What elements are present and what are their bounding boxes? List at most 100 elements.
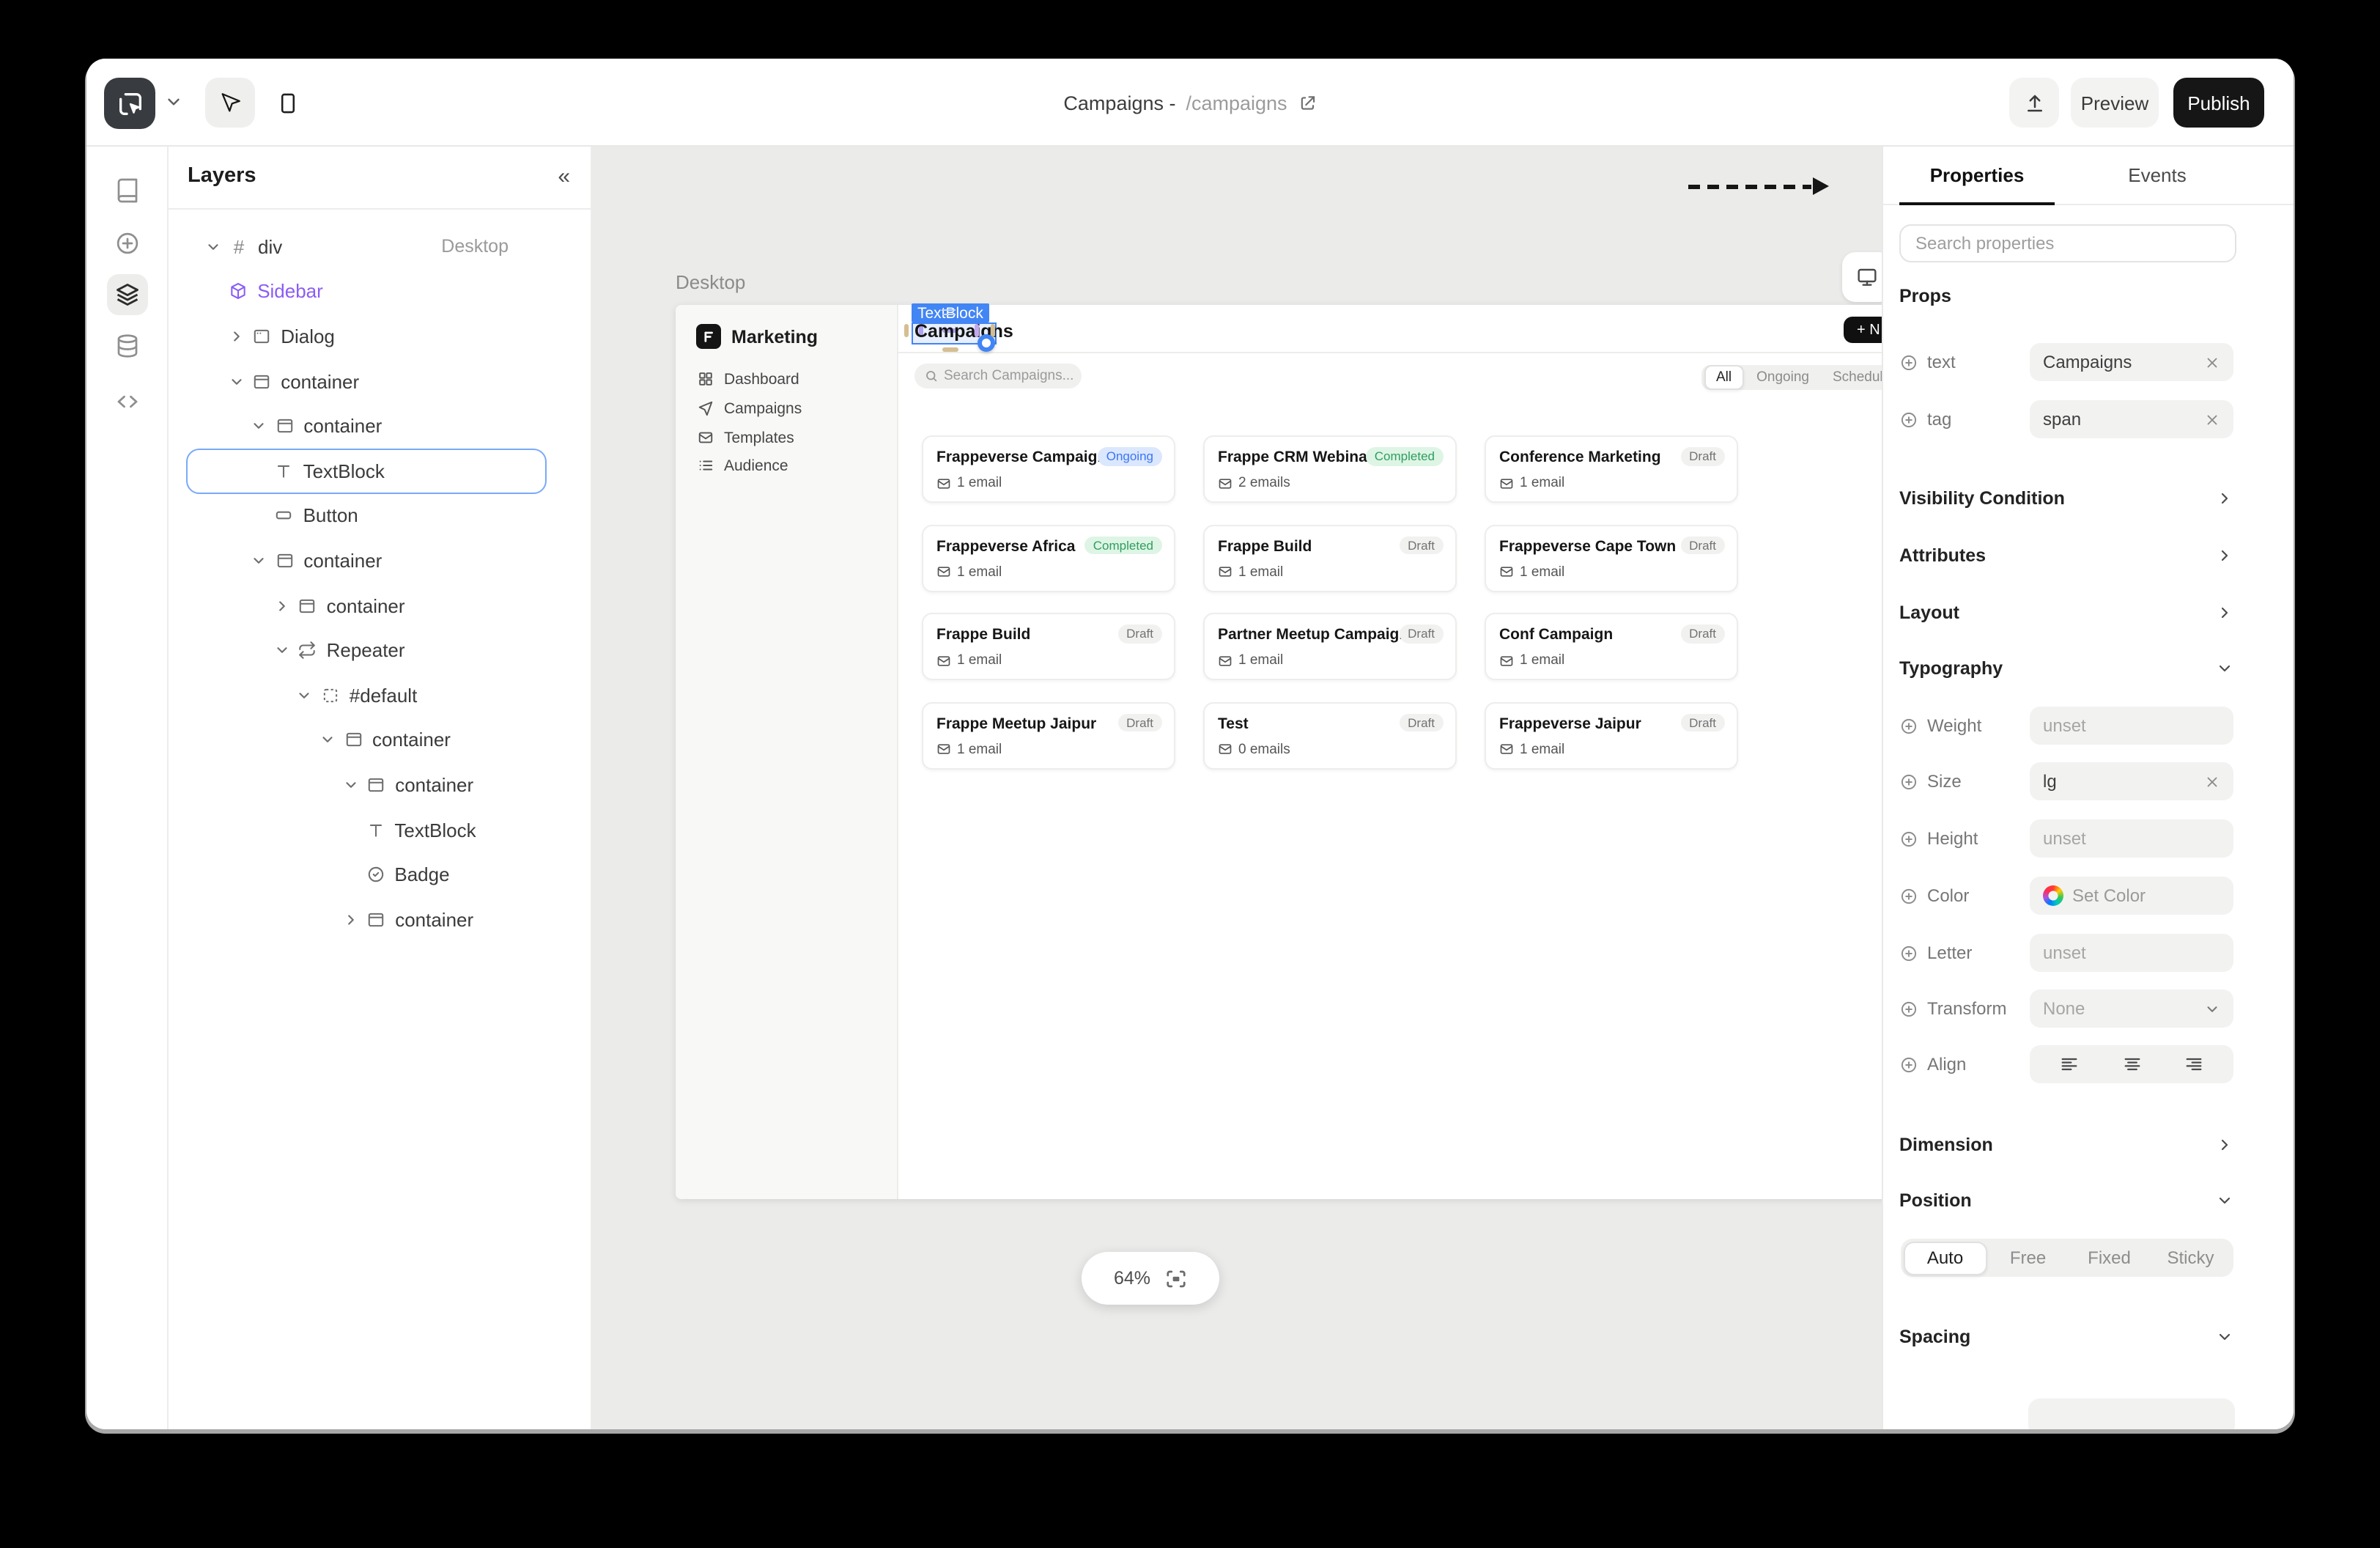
transform-select[interactable]: None bbox=[2030, 989, 2233, 1028]
app-nav-audience[interactable]: Audience bbox=[676, 452, 898, 479]
property-search-input[interactable] bbox=[1915, 233, 2220, 254]
layer-row-textblock[interactable]: TextBlock bbox=[186, 807, 547, 852]
resize-handle[interactable] bbox=[978, 334, 995, 352]
campaign-card[interactable]: Frappe Meetup Jaipur Draft 1 email bbox=[922, 701, 1175, 769]
clear-icon[interactable] bbox=[2204, 354, 2220, 370]
drag-grip-icon[interactable] bbox=[942, 309, 956, 315]
campaign-card[interactable]: Frappeverse Africa Completed 1 email bbox=[922, 524, 1175, 591]
position-mode-sticky[interactable]: Sticky bbox=[2150, 1241, 2231, 1275]
section-spacing[interactable]: Spacing bbox=[1899, 1322, 2233, 1352]
align-right-icon[interactable] bbox=[2184, 1054, 2204, 1075]
layer-row-container[interactable]: container bbox=[186, 762, 547, 807]
color-picker-button[interactable]: Set Color bbox=[2030, 877, 2233, 915]
align-left-icon[interactable] bbox=[2059, 1054, 2080, 1075]
campaign-search[interactable] bbox=[914, 364, 1082, 388]
layer-row-badge[interactable]: Badge bbox=[186, 852, 547, 897]
spacing-input-partial[interactable] bbox=[2028, 1398, 2235, 1429]
chevron-right-icon[interactable] bbox=[274, 597, 298, 613]
property-search[interactable] bbox=[1899, 224, 2236, 262]
rendered-page-frame[interactable]: Marketing Dashboard Campaigns Templates bbox=[676, 305, 1882, 1199]
campaign-search-input[interactable] bbox=[944, 368, 1076, 384]
circle-plus-icon[interactable] bbox=[1899, 716, 1918, 735]
prop-text-value[interactable]: Campaigns bbox=[2030, 343, 2233, 381]
section-layout[interactable]: Layout bbox=[1899, 598, 2233, 627]
chevron-down-icon[interactable] bbox=[319, 732, 343, 748]
new-campaign-button[interactable]: + N bbox=[1844, 317, 1882, 343]
app-nav-dashboard[interactable]: Dashboard bbox=[676, 365, 898, 393]
chevron-down-icon[interactable] bbox=[342, 777, 366, 793]
chevron-down-icon[interactable] bbox=[251, 418, 274, 434]
line-height-input[interactable]: unset bbox=[2030, 819, 2233, 858]
position-mode-auto[interactable]: Auto bbox=[1903, 1241, 1987, 1275]
layer-row-div[interactable]: # div Desktop bbox=[186, 224, 547, 269]
weight-input[interactable]: unset bbox=[2030, 707, 2233, 745]
layer-row-container[interactable]: container bbox=[186, 404, 547, 449]
chevron-right-icon[interactable] bbox=[228, 328, 251, 344]
section-position[interactable]: Position bbox=[1899, 1186, 2233, 1215]
margin-handle[interactable] bbox=[904, 324, 908, 337]
circle-plus-icon[interactable] bbox=[1899, 886, 1918, 905]
padding-handle[interactable] bbox=[975, 324, 978, 337]
zoom-control[interactable]: 64% bbox=[1082, 1252, 1219, 1305]
desktop-breakpoint-button[interactable] bbox=[1842, 252, 1882, 302]
circle-plus-icon[interactable] bbox=[1899, 829, 1918, 848]
clear-icon[interactable] bbox=[2204, 411, 2220, 427]
campaign-card[interactable]: Partner Meetup Campaign Draft 1 email bbox=[1203, 613, 1457, 680]
chevron-down-icon[interactable] bbox=[228, 373, 251, 389]
preview-button[interactable]: Preview bbox=[2071, 78, 2159, 128]
section-typography[interactable]: Typography bbox=[1899, 654, 2233, 683]
layer-row-sidebar[interactable]: Sidebar bbox=[186, 269, 547, 314]
container-tool-button[interactable] bbox=[262, 78, 312, 128]
filter-tab-ongoing[interactable]: Ongoing bbox=[1746, 366, 1819, 388]
layer-row-textblock-selected[interactable]: TextBlock bbox=[186, 449, 547, 493]
layer-row-container[interactable]: container bbox=[186, 897, 547, 942]
circle-plus-icon[interactable] bbox=[1899, 353, 1918, 372]
tab-properties[interactable]: Properties bbox=[1899, 147, 2055, 204]
campaign-card[interactable]: Frappe CRM Webinar Completed 2 emails bbox=[1203, 435, 1457, 503]
circle-plus-icon[interactable] bbox=[1899, 999, 1918, 1018]
upload-button[interactable] bbox=[2009, 78, 2059, 128]
size-input[interactable]: lg bbox=[2030, 762, 2233, 800]
campaign-card[interactable]: Frappe Build Draft 1 email bbox=[1203, 524, 1457, 591]
prop-tag-value[interactable]: span bbox=[2030, 400, 2233, 438]
layer-row-container[interactable]: container bbox=[186, 718, 547, 762]
section-visibility[interactable]: Visibility Condition bbox=[1899, 484, 2233, 513]
fit-to-screen-icon[interactable] bbox=[1165, 1267, 1187, 1289]
position-mode-free[interactable]: Free bbox=[1987, 1241, 2069, 1275]
campaign-card[interactable]: Frappeverse Campaign Ongoing 1 email bbox=[922, 435, 1175, 503]
clear-icon[interactable] bbox=[2204, 773, 2220, 789]
layer-row-button[interactable]: Button bbox=[186, 493, 547, 538]
chevron-right-icon[interactable] bbox=[342, 911, 366, 927]
layer-row-container[interactable]: container bbox=[186, 359, 547, 404]
layer-row-container[interactable]: container bbox=[186, 583, 547, 628]
campaign-card[interactable]: Conf Campaign Draft 1 email bbox=[1485, 613, 1738, 680]
data-icon[interactable] bbox=[114, 333, 140, 359]
campaign-card[interactable]: Frappeverse Jaipur Draft 1 email bbox=[1485, 701, 1738, 769]
layer-row-container[interactable]: container bbox=[186, 538, 547, 583]
app-logo-button[interactable] bbox=[104, 78, 155, 129]
circle-plus-icon[interactable] bbox=[1899, 1055, 1918, 1074]
page-heading-text[interactable]: Campaigns bbox=[914, 321, 1013, 342]
section-dimension[interactable]: Dimension bbox=[1899, 1130, 2233, 1160]
campaign-card[interactable]: Test Draft 0 emails bbox=[1203, 701, 1457, 769]
external-link-icon[interactable] bbox=[1298, 93, 1317, 112]
zoom-level[interactable]: 64% bbox=[1114, 1268, 1150, 1289]
app-nav-templates[interactable]: Templates bbox=[676, 424, 898, 452]
filter-tab-scheduled[interactable]: Scheduled bbox=[1822, 366, 1882, 388]
letter-spacing-input[interactable]: unset bbox=[2030, 934, 2233, 972]
campaign-card[interactable]: Frappe Build Draft 1 email bbox=[922, 613, 1175, 680]
circle-plus-icon[interactable] bbox=[1899, 410, 1918, 429]
chevron-down-icon[interactable] bbox=[297, 687, 320, 703]
layer-row-default-slot[interactable]: #default bbox=[186, 673, 547, 718]
align-center-icon[interactable] bbox=[2121, 1054, 2142, 1075]
chevron-down-icon[interactable] bbox=[164, 92, 183, 111]
layer-row-repeater[interactable]: Repeater bbox=[186, 628, 547, 673]
chevron-down-icon[interactable] bbox=[274, 642, 298, 658]
layers-panel-button[interactable] bbox=[107, 274, 148, 315]
margin-handle[interactable] bbox=[942, 347, 958, 352]
collapse-panel-icon[interactable]: « bbox=[558, 164, 569, 189]
chevron-down-icon[interactable] bbox=[205, 239, 229, 255]
tab-events[interactable]: Events bbox=[2055, 147, 2260, 204]
chevron-down-icon[interactable] bbox=[251, 553, 274, 569]
position-mode-fixed[interactable]: Fixed bbox=[2069, 1241, 2150, 1275]
